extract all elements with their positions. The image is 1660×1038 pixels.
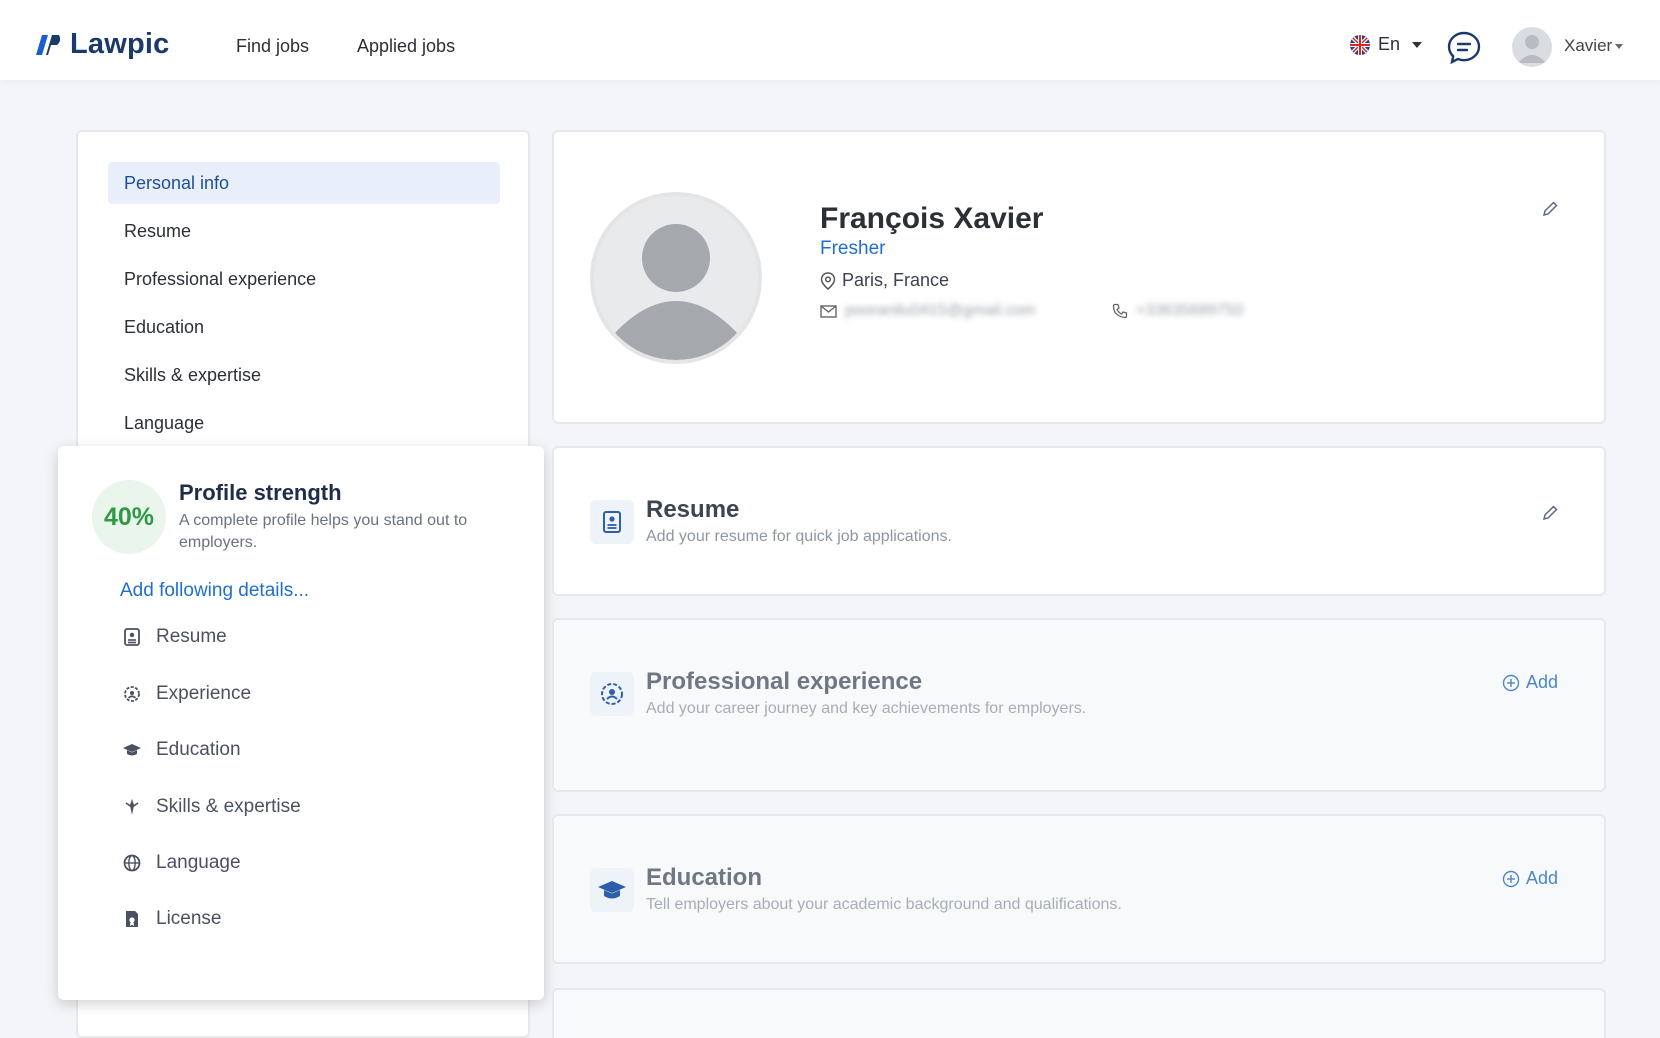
sidebar-item-resume[interactable]: Resume: [108, 210, 500, 252]
nav-applied-jobs[interactable]: Applied jobs: [357, 36, 455, 57]
lawpic-logo-icon: [36, 34, 61, 55]
todo-label: Education: [156, 739, 241, 760]
sidebar-item-professional-experience[interactable]: Professional experience: [108, 258, 500, 300]
education-section-description: Tell employers about your academic backg…: [646, 896, 1122, 913]
chat-icon[interactable]: [1446, 30, 1482, 66]
todo-skills[interactable]: Skills & expertise: [122, 796, 301, 818]
avatar-placeholder-icon: [1518, 35, 1546, 63]
education-section-card: Education Tell employers about your acad…: [552, 814, 1606, 964]
todo-license[interactable]: License: [122, 908, 222, 930]
profile-phone-text: +33635689750: [1136, 302, 1244, 319]
next-section-card: [552, 988, 1606, 1038]
profile-strength-percent: 40%: [92, 480, 166, 554]
location-pin-icon: [820, 271, 836, 290]
profile-email: pooranilu0415@gmail.com: [820, 302, 1036, 320]
avatar-placeholder-icon: [612, 224, 740, 360]
chevron-down-icon: [1412, 41, 1423, 48]
resume-icon: [124, 628, 140, 646]
todo-experience[interactable]: Experience: [122, 683, 251, 705]
plus-circle-icon: [1502, 870, 1520, 887]
brand-name: Lawpic: [70, 28, 170, 60]
language-selector[interactable]: En: [1350, 34, 1423, 55]
user-avatar[interactable]: [1512, 27, 1552, 67]
experience-section-title: Professional experience: [646, 668, 923, 695]
experience-section-description: Add your career journey and key achievem…: [646, 700, 1087, 717]
mail-icon: [820, 304, 837, 318]
profile-avatar[interactable]: [590, 192, 762, 364]
add-education-button[interactable]: Add: [1502, 868, 1558, 889]
todo-label: Language: [156, 852, 241, 873]
todo-label: License: [156, 908, 222, 929]
license-icon: [126, 911, 138, 927]
sidebar-item-language[interactable]: Language: [108, 402, 500, 444]
pencil-edit-icon[interactable]: [1541, 200, 1559, 218]
pencil-edit-icon[interactable]: [1541, 504, 1559, 522]
user-menu[interactable]: Xavier: [1564, 36, 1624, 56]
graduation-cap-icon: [123, 744, 141, 756]
chevron-down-icon: [1615, 43, 1624, 49]
todo-label: Resume: [156, 626, 227, 647]
profile-status: Fresher: [820, 238, 886, 259]
sidebar-item-skills[interactable]: Skills & expertise: [108, 354, 500, 396]
experience-icon: [601, 683, 623, 705]
resume-icon: [603, 511, 621, 533]
brand-logo[interactable]: Lawpic: [32, 28, 170, 61]
profile-strength-description: A complete profile helps you stand out t…: [179, 512, 468, 551]
top-navbar: Lawpic Find jobs Applied jobs En Xavier: [0, 0, 1660, 80]
profile-email-text: pooranilu0415@gmail.com: [845, 302, 1036, 319]
resume-section-title: Resume: [646, 496, 740, 523]
add-button-label: Add: [1525, 868, 1558, 888]
add-button-label: Add: [1525, 672, 1558, 692]
user-name-label: Xavier: [1564, 36, 1613, 55]
skills-icon: [125, 799, 139, 815]
graduation-cap-icon: [598, 881, 626, 899]
todo-education[interactable]: Education: [122, 739, 241, 761]
phone-icon: [1112, 303, 1128, 319]
todo-label: Experience: [156, 683, 252, 704]
profile-strength-card: 40% Profile strength A complete profile …: [58, 446, 544, 1000]
language-label: En: [1378, 34, 1401, 54]
profile-header-card: François Xavier Fresher Paris, France po…: [552, 130, 1606, 424]
resume-section-icon-box: [590, 500, 634, 544]
experience-section-card: Professional experience Add your career …: [552, 618, 1606, 792]
profile-strength-title: Profile strength: [179, 480, 342, 505]
todo-label: Skills & expertise: [156, 796, 301, 817]
add-experience-button[interactable]: Add: [1502, 672, 1558, 693]
sidebar-item-education[interactable]: Education: [108, 306, 500, 348]
resume-section-card: Resume Add your resume for quick job app…: [552, 446, 1606, 596]
education-section-icon-box: [590, 868, 634, 912]
todo-resume[interactable]: Resume: [122, 626, 227, 648]
education-section-title: Education: [646, 864, 763, 891]
sidebar-item-personal-info[interactable]: Personal info: [108, 162, 500, 204]
plus-circle-icon: [1502, 674, 1520, 691]
profile-phone: +33635689750: [1112, 302, 1243, 320]
experience-icon: [124, 686, 140, 702]
uk-flag-icon: [1350, 34, 1370, 55]
profile-location-text: Paris, France: [842, 270, 950, 290]
globe-icon: [123, 854, 141, 872]
todo-language[interactable]: Language: [122, 852, 241, 874]
resume-section-description: Add your resume for quick job applicatio…: [646, 528, 952, 545]
nav-find-jobs[interactable]: Find jobs: [236, 36, 309, 57]
experience-section-icon-box: [590, 672, 634, 716]
add-details-heading: Add following details...: [120, 580, 310, 601]
profile-name: François Xavier: [820, 202, 1044, 235]
profile-location: Paris, France: [820, 270, 949, 291]
